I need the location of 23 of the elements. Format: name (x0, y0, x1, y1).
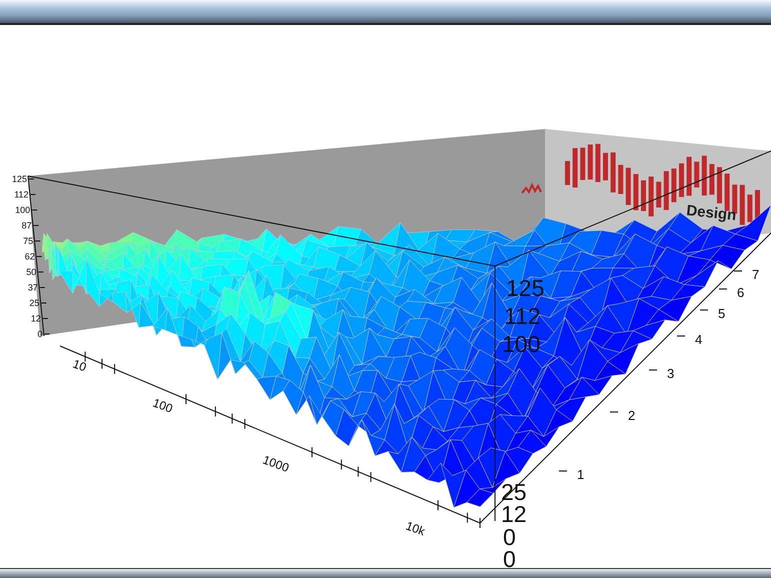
axis-tick-label: 4 (695, 332, 702, 347)
wall-label: Design (686, 202, 738, 224)
axis-tick-label: 100 (15, 204, 30, 215)
axis-tick-label: 112 (14, 189, 29, 200)
axis-tick-label: 0 (37, 328, 42, 339)
axis-tick-label: 37 (28, 282, 38, 292)
axis-tick-label: 6 (737, 284, 744, 300)
axis-tick-label: 100 (150, 395, 175, 416)
axis-tick-label: 62 (24, 251, 35, 262)
axis-tick-label: 25 (29, 298, 40, 308)
axis-tick-label: 5 (718, 306, 726, 321)
axis-tick-label: 1000 (260, 452, 291, 475)
axis-tick-label: 10 (70, 356, 88, 374)
axis-tick-label: 7 (752, 266, 760, 282)
axis-tick-label: 3 (667, 366, 674, 381)
axis-tick-label: 87 (22, 220, 32, 230)
axis-tick-label: 125 (12, 174, 27, 184)
axis-tick-label: 2 (628, 408, 636, 423)
axis-tick-label: 1 (577, 466, 584, 482)
axis-tick-label: 10k (404, 518, 427, 538)
axis-tick-label: 50 (26, 266, 36, 277)
axis-tick-label: 75 (23, 236, 34, 246)
axis-tick-label: 12 (30, 313, 41, 324)
